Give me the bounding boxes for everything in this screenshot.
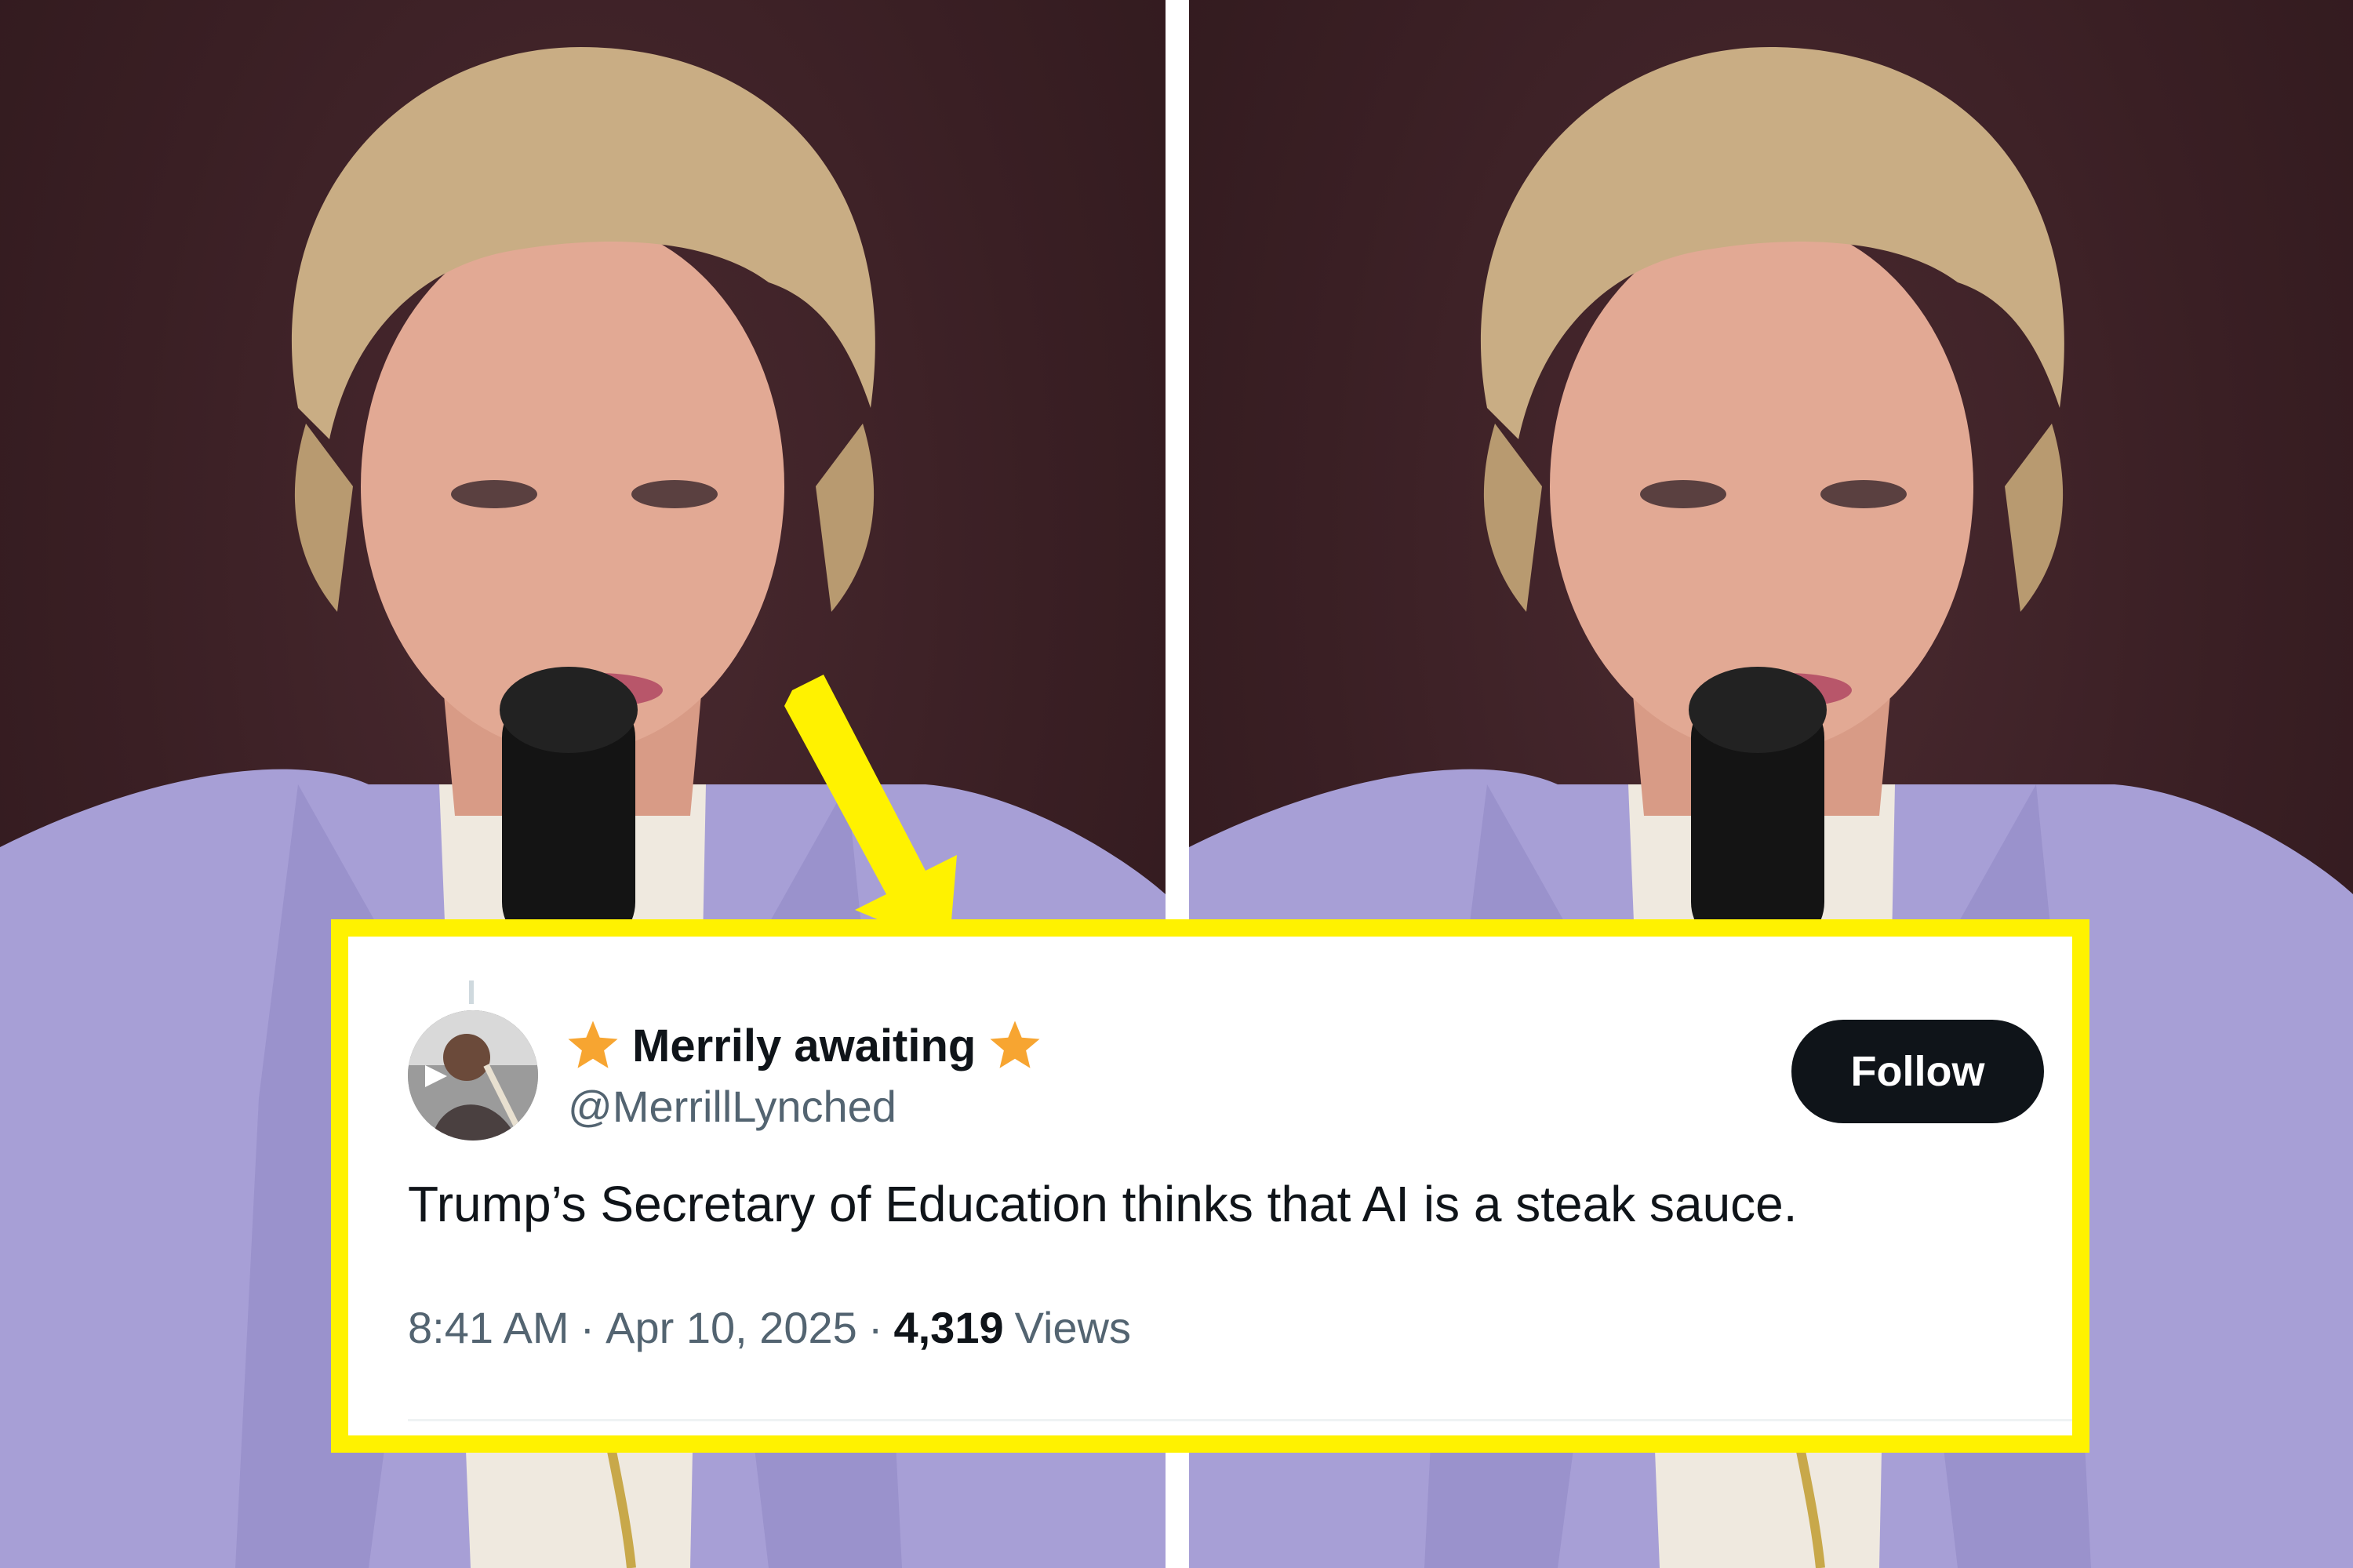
meta-separator: ·	[580, 1303, 595, 1352]
divider-line	[408, 1419, 2072, 1421]
avatar[interactable]	[408, 1010, 538, 1141]
star-icon	[990, 1020, 1040, 1068]
tweet-date[interactable]: Apr 10, 2025	[606, 1302, 857, 1353]
meta-separator: ·	[867, 1303, 883, 1352]
tweet-meta: 8:41 AM · Apr 10, 2025 · 4,319 Views	[408, 1302, 1131, 1353]
views-count: 4,319	[893, 1303, 1004, 1352]
thread-line	[469, 980, 474, 1004]
views-label: Views	[1014, 1303, 1131, 1352]
user-handle[interactable]: @MerrillLynched	[568, 1081, 896, 1132]
tweet-time[interactable]: 8:41 AM	[408, 1302, 569, 1353]
star-icon	[568, 1020, 618, 1068]
author-name-row[interactable]: Merrily awaiting	[565, 1012, 1043, 1079]
display-name[interactable]: Merrily awaiting	[632, 1020, 976, 1072]
tweet-highlight-frame: Merrily awaiting @MerrillLynched Follow …	[331, 919, 2089, 1453]
arrow-icon	[784, 675, 957, 949]
follow-button[interactable]: Follow	[1791, 1020, 2044, 1123]
tweet-card: Merrily awaiting @MerrillLynched Follow …	[348, 937, 2072, 1435]
avatar-image	[408, 1010, 538, 1141]
meme-composite: Merrily awaiting @MerrillLynched Follow …	[0, 0, 2353, 1568]
tweet-text: Trump’s Secretary of Education thinks th…	[408, 1176, 1798, 1232]
